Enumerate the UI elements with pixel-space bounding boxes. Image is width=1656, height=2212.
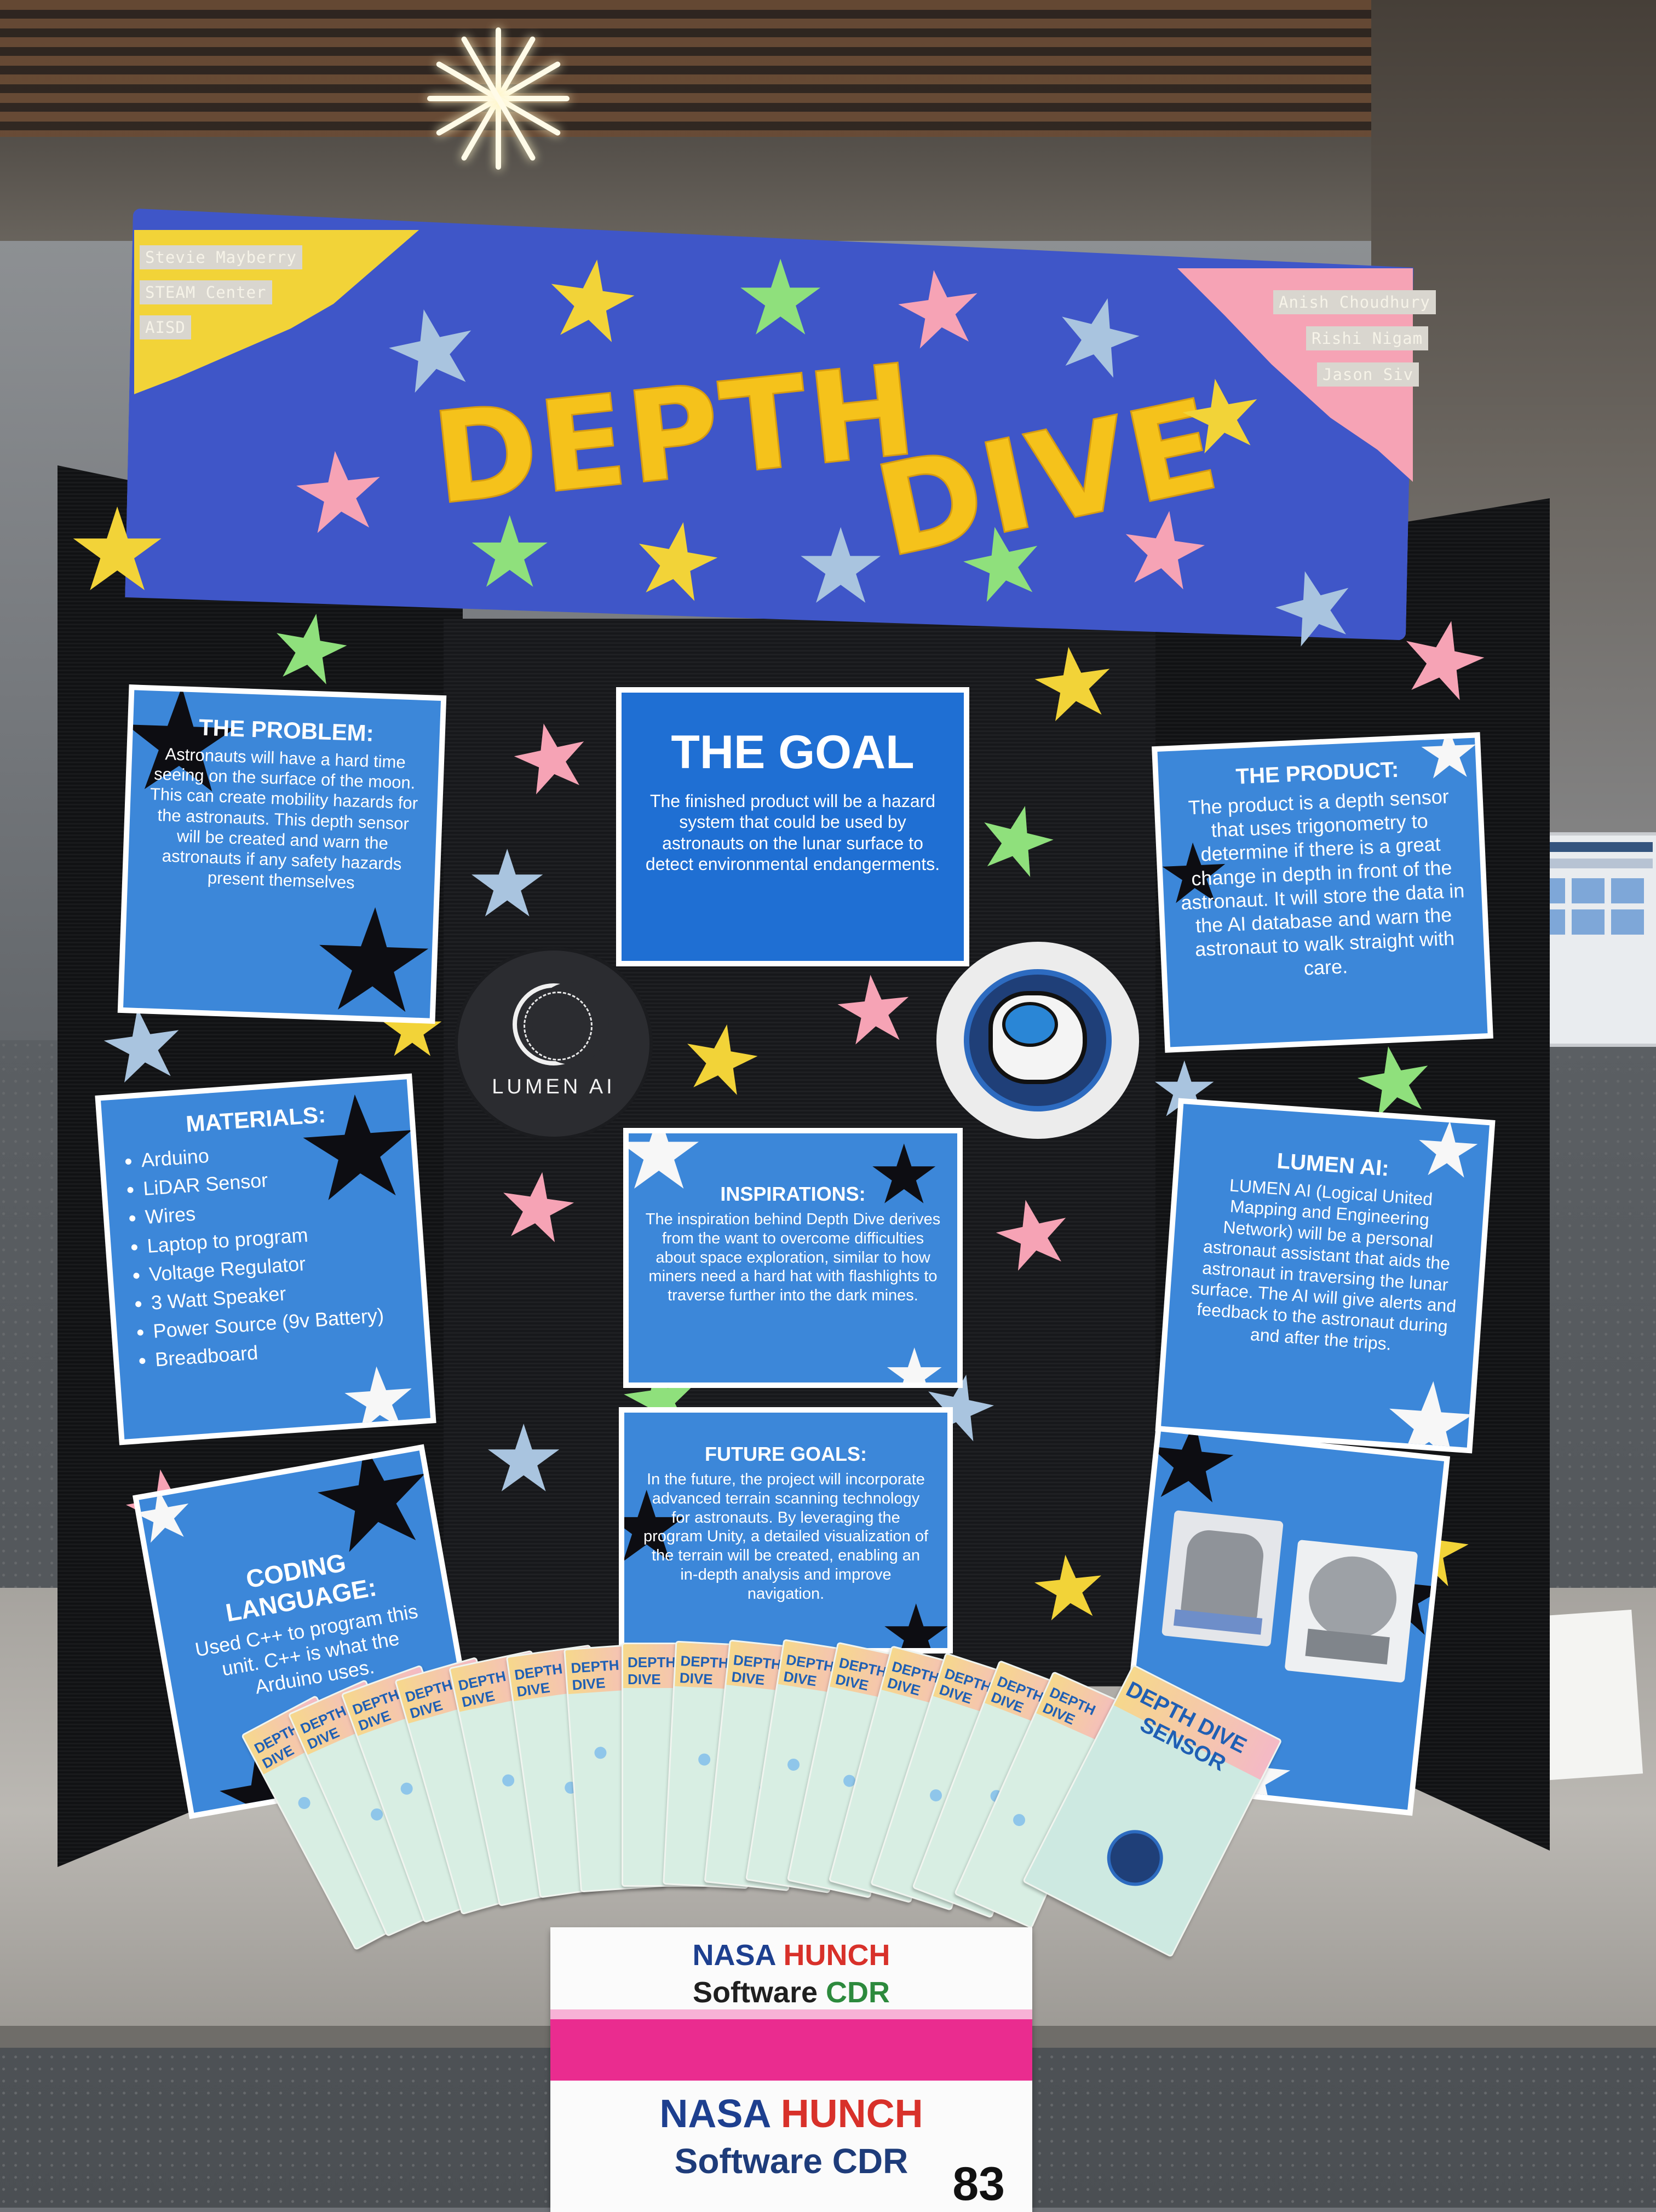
star-icon: ★ [260,590,360,707]
prototype-photo [1161,1510,1284,1647]
star-icon: ★ [482,1407,566,1511]
problem-card: ★ ★ THE PROBLEM: Astronauts will have a … [117,684,447,1024]
sign-upper-line-1: NASA HUNCH [550,1938,1032,1972]
sign-pink-stripe [550,2009,1032,2081]
star-icon: ★ [1109,486,1218,614]
sign-hunch: HUNCH [780,2092,923,2136]
product-card: ★ ★ THE PRODUCT: The product is a depth … [1152,732,1493,1053]
lumen-ai-text: LUMEN AI (Logical United Mapping and Eng… [1191,1175,1457,1354]
inspirations-text: The inspiration behind Depth Dive derive… [645,1211,941,1305]
star-icon: ★ [284,427,395,558]
future-goals-text: In the future, the project will incorpor… [643,1471,929,1603]
star-icon: ★ [488,1150,586,1265]
sign-nasa: NASA [692,1939,775,1972]
star-icon: ★ [1022,623,1125,745]
inspirations-heading: INSPIRATIONS: [720,1183,866,1205]
star-icon: ★ [827,954,921,1067]
star-icon: ★ [885,245,994,373]
table-number-sign: NASA HUNCH Software CDR NASA HUNCH Softw… [550,1927,1032,2212]
star-icon: ★ [734,240,827,356]
future-goals-card: ★ ★ FUTURE GOALS: In the future, the pro… [619,1407,953,1654]
future-goals-heading: FUTURE GOALS: [705,1443,867,1465]
sign-software: Software [692,1976,818,2009]
prototype-photo [1284,1539,1418,1683]
star-icon: ★ [465,832,549,936]
astronaut-logo [936,942,1139,1139]
materials-list: Arduino LiDAR Sensor Wires Laptop to pro… [120,1128,410,1375]
star-icon: ★ [1168,354,1275,478]
helmet-visor-icon [1002,1002,1058,1047]
name-tag: AISD [140,315,191,339]
lumen-ai-card: ★ ★ LUMEN AI: LUMEN AI (Logical United M… [1155,1098,1496,1454]
problem-text: Astronauts will have a hard time seeing … [150,744,418,892]
goal-heading: THE GOAL [671,726,915,779]
star-icon: ★ [465,498,554,608]
name-tag: Rishi Nigam [1306,326,1429,350]
star-icon: ★ [670,1001,771,1118]
star-icon: ★ [794,509,888,625]
sign-hunch: HUNCH [783,1939,890,1972]
sign-cdr: CDR [826,1976,890,2009]
materials-card: ★ ★ MATERIALS: Arduino LiDAR Sensor Wire… [95,1073,436,1445]
network-icon [524,992,593,1061]
name-tag: STEAM Center [140,280,272,304]
table-number: 83 [952,2158,1005,2210]
lumen-ai-logo: LUMEN AI [455,947,653,1140]
name-tag: Anish Choudhury [1273,290,1436,314]
star-icon: ★ [620,496,733,627]
sign-nasa: NASA [659,2092,770,2136]
star-icon: ★ [1024,1534,1113,1641]
sign-upper-line-2: Software CDR [550,1975,1032,2009]
star-icon: ★ [66,486,169,614]
star-light-fixture [416,16,580,181]
product-text: The product is a depth sensor that uses … [1180,785,1465,980]
name-tag: Jason Siv [1317,362,1419,387]
astronaut-icon [1097,1820,1173,1896]
goal-card: THE GOAL The finished product will be a … [616,687,969,966]
name-tag: Stevie Mayberry [140,245,302,269]
inspirations-card: ★ ★ ★ INSPIRATIONS: The inspiration behi… [623,1128,963,1388]
star-icon: ★ [534,233,649,368]
sign-lower-line-1: NASA HUNCH [550,2092,1032,2136]
goal-text: The finished product will be a hazard sy… [645,791,940,874]
lumen-ai-logo-label: LUMEN AI [492,1075,616,1098]
